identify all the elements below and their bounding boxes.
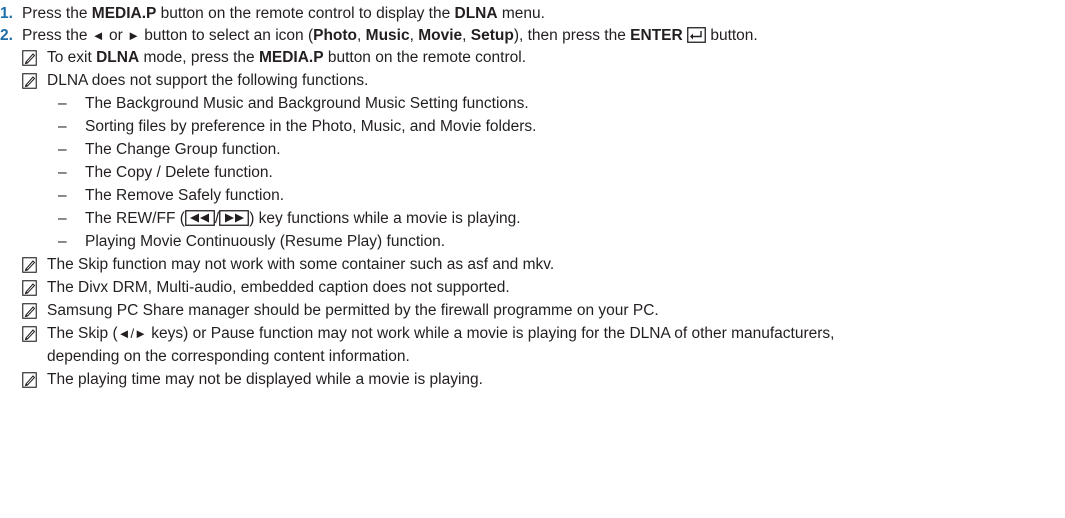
- text-segment: To exit: [47, 49, 97, 66]
- text-segment: keys) or Pause function may not work whi…: [147, 325, 835, 342]
- dash-bullet: –: [58, 141, 67, 158]
- button-name: MEDIA.P: [258, 49, 324, 66]
- text-segment: button on the remote control to display …: [156, 5, 455, 22]
- text-segment: ,: [409, 27, 419, 44]
- step-text: Press the ◄ or ► button to select an ico…: [22, 25, 758, 47]
- mode-name: DLNA: [96, 49, 140, 66]
- dash-bullet: –: [58, 164, 67, 181]
- list-item-text: The Background Music and Background Musi…: [85, 95, 529, 112]
- step-number: 2.: [0, 27, 13, 44]
- icon-name-movie: Movie: [418, 27, 463, 44]
- note-pencil-icon: [22, 372, 37, 388]
- step-number: 1.: [0, 5, 13, 22]
- text-segment: button on the remote control.: [323, 49, 527, 66]
- fast-forward-key-icon: [219, 210, 250, 226]
- dash-bullet: –: [58, 118, 67, 135]
- list-item-text: Sorting files by preference in the Photo…: [85, 118, 537, 135]
- note-text: The Skip function may not work with some…: [47, 256, 555, 273]
- text-segment: button to select an icon (: [139, 27, 314, 44]
- note-pencil-icon: [22, 73, 37, 89]
- text-segment: ) key functions while a movie is playing…: [249, 210, 521, 227]
- rewind-key-icon: [184, 210, 215, 226]
- text-segment: The REW/FF (: [85, 210, 185, 227]
- enter-return-icon: [687, 27, 706, 43]
- note-text: To exit DLNA mode, press the MEDIA.P but…: [47, 47, 526, 69]
- right-arrow-glyph: ►: [127, 28, 140, 43]
- note-text: The Skip (◄/► keys) or Pause function ma…: [47, 323, 834, 345]
- list-item-text: The REW/FF (/) key functions while a mov…: [85, 208, 521, 230]
- list-item-text: The Remove Safely function.: [85, 187, 285, 204]
- note-pencil-icon: [22, 326, 37, 342]
- step-text: Press the MEDIA.P button on the remote c…: [22, 3, 545, 25]
- list-item-text: Playing Movie Continuously (Resume Play)…: [85, 233, 446, 250]
- list-item-text: The Change Group function.: [85, 141, 281, 158]
- text-segment: ,: [357, 27, 366, 44]
- text-segment: Press the: [22, 5, 92, 22]
- text-segment: mode, press the: [139, 49, 259, 66]
- text-segment: ), then press the: [513, 27, 631, 44]
- icon-name-music: Music: [365, 27, 410, 44]
- note-pencil-icon: [22, 303, 37, 319]
- list-item-text: The Copy / Delete function.: [85, 164, 273, 181]
- note-text: The playing time may not be displayed wh…: [47, 371, 483, 388]
- text-segment: button.: [706, 27, 758, 44]
- note-text: Samsung PC Share manager should be permi…: [47, 302, 659, 319]
- enter-button-name: ENTER: [630, 27, 683, 44]
- text-segment: menu.: [497, 5, 545, 22]
- icon-name-setup: Setup: [470, 27, 514, 44]
- note-pencil-icon: [22, 50, 37, 66]
- note-pencil-icon: [22, 257, 37, 273]
- text-segment: or: [104, 27, 128, 44]
- note-pencil-icon: [22, 280, 37, 296]
- note-text: DLNA does not support the following func…: [47, 72, 369, 89]
- dash-bullet: –: [58, 233, 67, 250]
- text-segment: The Skip (: [47, 325, 118, 342]
- skip-arrows-glyph: ◄/►: [117, 326, 147, 341]
- note-text: depending on the corresponding content i…: [47, 348, 410, 365]
- dash-bullet: –: [58, 187, 67, 204]
- button-name: MEDIA.P: [91, 5, 157, 22]
- dash-bullet: –: [58, 210, 67, 227]
- left-arrow-glyph: ◄: [91, 28, 105, 43]
- menu-name: DLNA: [454, 5, 498, 22]
- icon-name-photo: Photo: [313, 27, 358, 44]
- dash-bullet: –: [58, 95, 67, 112]
- text-segment: Press the: [22, 27, 92, 44]
- note-skip-pause-continued: depending on the corresponding content i…: [47, 346, 410, 368]
- note-text: The Divx DRM, Multi-audio, embedded capt…: [47, 279, 510, 296]
- text-segment: ,: [462, 27, 471, 44]
